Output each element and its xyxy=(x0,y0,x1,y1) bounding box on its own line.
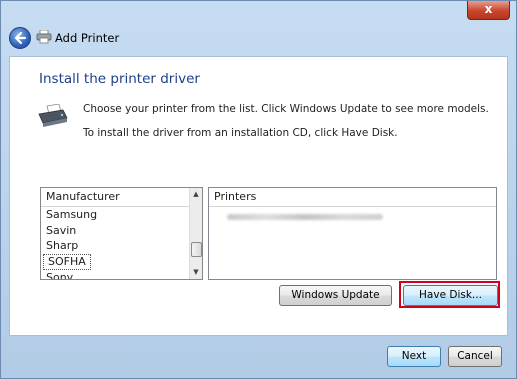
printer-icon xyxy=(36,30,52,44)
manufacturer-scrollbar[interactable]: ▲ ▼ xyxy=(189,188,202,279)
page-title: Install the printer driver xyxy=(39,71,200,87)
description-line-2: To install the driver from an installati… xyxy=(83,127,398,139)
manufacturer-list[interactable]: Manufacturer Samsung Savin Sharp SOFHA S… xyxy=(40,187,203,280)
list-item[interactable]: Sony xyxy=(41,270,202,280)
list-item-selected[interactable]: SOFHA xyxy=(43,253,91,270)
windows-update-button[interactable]: Windows Update xyxy=(279,285,392,306)
list-item[interactable]: Samsung xyxy=(41,207,202,223)
close-button[interactable]: x xyxy=(467,1,510,20)
close-icon: x xyxy=(484,2,493,16)
next-button[interactable]: Next xyxy=(387,346,441,367)
obscured-printer-entry[interactable] xyxy=(227,214,383,220)
printers-header[interactable]: Printers xyxy=(209,188,496,207)
manufacturer-header[interactable]: Manufacturer xyxy=(41,188,189,207)
description-line-1: Choose your printer from the list. Click… xyxy=(83,103,489,115)
list-item[interactable]: Savin xyxy=(41,223,202,239)
list-item[interactable]: Sharp xyxy=(41,238,202,254)
window-title: Add Printer xyxy=(55,31,120,45)
scroll-up-icon[interactable]: ▲ xyxy=(190,188,202,201)
printers-list[interactable]: Printers xyxy=(208,187,497,280)
printer-icon xyxy=(38,104,68,127)
have-disk-button[interactable]: Have Disk... xyxy=(403,285,498,306)
scroll-thumb[interactable] xyxy=(191,242,202,257)
add-printer-window: x Add Printer Install the printer driver… xyxy=(0,0,517,379)
scroll-down-icon[interactable]: ▼ xyxy=(190,266,202,279)
cancel-button[interactable]: Cancel xyxy=(448,346,502,367)
back-button[interactable] xyxy=(9,27,31,49)
back-arrow-icon xyxy=(14,31,27,45)
